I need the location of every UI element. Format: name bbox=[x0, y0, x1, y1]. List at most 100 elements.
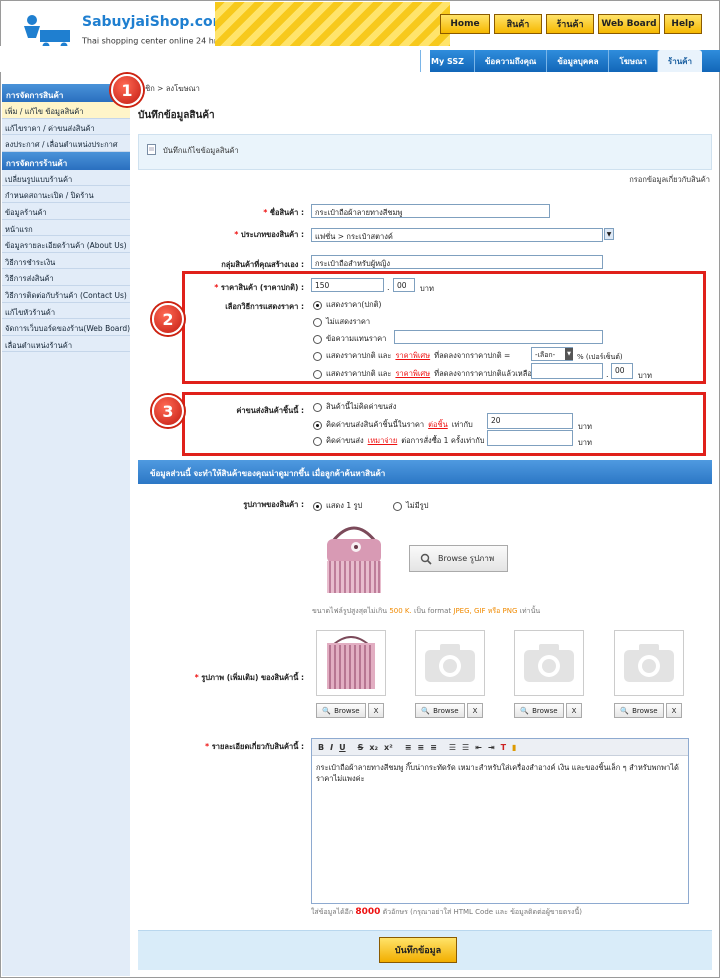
nav-home[interactable]: Home bbox=[440, 14, 490, 34]
sidebar-item-promote-shop[interactable]: เลื่อนตำแหน่งร้านค้า bbox=[2, 336, 130, 353]
subnav-my-ssz[interactable]: My SSZ bbox=[420, 50, 474, 72]
nav-products[interactable]: สินค้า bbox=[494, 14, 542, 34]
thumb-2-browse-button[interactable]: 🔍 Browse bbox=[415, 703, 465, 718]
thumb-2-remove-button[interactable]: X bbox=[467, 703, 483, 718]
price-label-text: ราคาสินค้า (ราคาปกติ) : bbox=[220, 283, 304, 292]
save-button[interactable]: บันทึกข้อมูล bbox=[379, 937, 457, 963]
display-opt-hide[interactable]: ไม่แสดงราคา bbox=[313, 316, 370, 328]
ship-opt-flat[interactable]: คิดค่าขนส่ง เหมาจ่าย ต่อการสั่งซื้อ 1 ครั้… bbox=[313, 435, 485, 447]
discount-baht: บาท bbox=[638, 371, 652, 380]
price-dec-input[interactable]: 00 bbox=[393, 278, 415, 292]
flat-rate-link[interactable]: เหมาจ่าย bbox=[368, 435, 398, 447]
discount-dec-input[interactable]: 00 bbox=[611, 363, 633, 379]
indent-icon[interactable]: ⇥ bbox=[488, 743, 495, 752]
thumb-1-browse-button[interactable]: 🔍 Browse bbox=[316, 703, 366, 718]
radio-icon[interactable] bbox=[313, 351, 322, 361]
unordered-list-icon[interactable]: ☰ bbox=[462, 743, 469, 752]
align-left-icon[interactable]: ≡ bbox=[405, 743, 412, 752]
radio-icon[interactable] bbox=[313, 300, 322, 310]
display-opt-text[interactable]: ข้อความแทนราคา bbox=[313, 333, 386, 345]
text-color-icon[interactable]: T bbox=[501, 743, 506, 752]
step-badge-3: 3 bbox=[152, 395, 184, 427]
radio-icon[interactable] bbox=[313, 369, 322, 379]
price-int-input[interactable]: 150 bbox=[311, 278, 384, 292]
image-opt-show[interactable]: แสดง 1 รูป bbox=[313, 500, 362, 512]
image-opt-none[interactable]: ไม่มีรูป bbox=[393, 500, 428, 512]
highlight-icon[interactable]: ▮ bbox=[512, 743, 516, 752]
ship-opt3-a: คิดค่าขนส่ง bbox=[326, 436, 364, 445]
radio-icon[interactable] bbox=[313, 317, 322, 327]
custom-group-input[interactable]: กระเป๋าถือสำหรับผู้หญิง bbox=[311, 255, 603, 269]
sidebar-item-about-us[interactable]: ข้อมูลรายละเอียดร้านค้า (About Us) bbox=[2, 236, 130, 253]
rich-text-editor[interactable]: B I U S x₂ x² ≡ ≡ ≡ ☰ ☰ ⇤ ⇥ T ▮ กระเป๋าถ… bbox=[311, 738, 689, 904]
browse-image-button[interactable]: Browse รูปภาพ bbox=[409, 545, 508, 572]
radio-icon[interactable] bbox=[313, 402, 322, 412]
subscript-button[interactable]: x₂ bbox=[369, 743, 378, 752]
discount-amount-input[interactable] bbox=[531, 363, 603, 379]
shipping-value-input[interactable]: 20 bbox=[487, 413, 573, 429]
align-center-icon[interactable]: ≡ bbox=[417, 743, 424, 752]
sidebar-item-shipping[interactable]: วิธีการส่งสินค้า bbox=[2, 269, 130, 286]
sidebar-item-shop-header[interactable]: แก้ไขหัวร้านค้า bbox=[2, 303, 130, 320]
ship-opt-free[interactable]: สินค้านี้ไม่คิดค่าขนส่ง bbox=[313, 401, 396, 413]
subnav-messages[interactable]: ข้อความถึงคุณ bbox=[473, 50, 546, 72]
price-text-input[interactable] bbox=[394, 330, 603, 344]
radio-icon[interactable] bbox=[313, 420, 322, 430]
thumb-1-controls: 🔍 Browse X bbox=[316, 703, 384, 718]
nav-webboard[interactable]: Web Board bbox=[598, 14, 660, 34]
sidebar-item-open-close[interactable]: กำหนดสถานะเปิด / ปิดร้าน bbox=[2, 186, 130, 203]
outdent-icon[interactable]: ⇤ bbox=[475, 743, 482, 752]
sidebar-item-change-theme[interactable]: เปลี่ยนรูปแบบร้านค้า bbox=[2, 170, 130, 187]
product-name-input[interactable]: กระเป๋าถือผ้าลายทางสีชมพู bbox=[311, 204, 550, 218]
extra-image-1 bbox=[316, 630, 386, 696]
product-name-label-text: ชื่อสินค้า : bbox=[269, 208, 304, 217]
thumb-4-browse-button[interactable]: 🔍 Browse bbox=[614, 703, 664, 718]
ordered-list-icon[interactable]: ☰ bbox=[449, 743, 456, 752]
chevron-down-icon[interactable]: ▼ bbox=[565, 348, 573, 360]
display-opt-normal[interactable]: แสดงราคา(ปกติ) bbox=[313, 299, 381, 311]
sidebar-item-edit-price[interactable]: แก้ไขราคา / ค่าขนส่งสินค้า bbox=[2, 119, 130, 136]
details-label: * รายละเอียดเกี่ยวกับสินค้านี้ : bbox=[205, 742, 304, 751]
thumb-3-browse-button[interactable]: 🔍 Browse bbox=[514, 703, 564, 718]
bold-button[interactable]: B bbox=[318, 743, 324, 752]
nav-help[interactable]: Help bbox=[664, 14, 702, 34]
underline-button[interactable]: U bbox=[339, 743, 346, 752]
sidebar-item-payment[interactable]: วิธีการชำระเงิน bbox=[2, 253, 130, 270]
sidebar-item-home[interactable]: หน้าแรก bbox=[2, 220, 130, 237]
sidebar-item-webboard[interactable]: จัดการเว็บบอร์ดของร้าน(Web Board) bbox=[2, 319, 130, 336]
display-opt-discount-amount[interactable]: แสดงราคาปกติ และ ราคาพิเศษ ที่ลดลงจากราคาป… bbox=[313, 368, 532, 380]
flat-shipping-input[interactable] bbox=[487, 430, 573, 446]
special-price-link[interactable]: ราคาพิเศษ bbox=[395, 350, 430, 362]
ship-opt-per-item[interactable]: คิดค่าขนส่งสินค้าชิ้นนี้ในราคา ต่อชิ้น เท่… bbox=[313, 419, 473, 431]
superscript-button[interactable]: x² bbox=[384, 743, 393, 752]
camera-icon bbox=[624, 644, 674, 682]
thumb-1-remove-button[interactable]: X bbox=[368, 703, 384, 718]
display-opt-discount-percent[interactable]: แสดงราคาปกติ และ ราคาพิเศษ ที่ลดลงจากราคาป… bbox=[313, 350, 510, 362]
radio-icon[interactable] bbox=[313, 334, 322, 344]
align-right-icon[interactable]: ≡ bbox=[430, 743, 437, 752]
product-type-select[interactable]: แฟชั่น > กระเป๋าสตางค์ bbox=[311, 228, 603, 242]
chevron-down-icon[interactable]: ▼ bbox=[604, 228, 614, 240]
editor-content[interactable]: กระเป๋าถือผ้าลายทางสีชมพู กิ๊บน่ากระทัดร… bbox=[312, 756, 688, 790]
thumb-4-controls: 🔍 Browse X bbox=[614, 703, 682, 718]
sidebar-item-shop-info[interactable]: ข้อมูลร้านค้า bbox=[2, 203, 130, 220]
radio-icon[interactable] bbox=[393, 501, 402, 511]
radio-icon[interactable] bbox=[313, 501, 322, 511]
radio-icon[interactable] bbox=[313, 436, 322, 446]
subnav-shop[interactable]: ร้านค้า bbox=[656, 50, 703, 72]
subnav-profile[interactable]: ข้อมูลบุคคล bbox=[546, 50, 608, 72]
sidebar-item-edit-product[interactable]: เพิ่ม / แก้ไข ข้อมูลสินค้า bbox=[2, 102, 130, 119]
nav-shops[interactable]: ร้านค้า bbox=[546, 14, 594, 34]
subnav-ads[interactable]: โฆษณา bbox=[608, 50, 656, 72]
italic-button[interactable]: I bbox=[330, 743, 333, 752]
sidebar-item-post-ad[interactable]: ลงประกาศ / เลื่อนตำแหน่งประกาศ bbox=[2, 135, 130, 152]
sidebar-item-contact-us[interactable]: วิธีการติดต่อกับร้านค้า (Contact Us) bbox=[2, 286, 130, 303]
brand-logo[interactable]: SabuyjaiShop.com® bbox=[82, 14, 236, 30]
strikethrough-button[interactable]: S bbox=[358, 743, 364, 752]
thumb-3-remove-button[interactable]: X bbox=[566, 703, 582, 718]
thumb-4-remove-button[interactable]: X bbox=[666, 703, 682, 718]
per-item-link[interactable]: ต่อชิ้น bbox=[428, 419, 448, 431]
special-price-link-2[interactable]: ราคาพิเศษ bbox=[395, 368, 430, 380]
thumb-2-controls: 🔍 Browse X bbox=[415, 703, 483, 718]
display-method-label: เลือกวิธีการแสดงราคา : bbox=[225, 302, 304, 311]
